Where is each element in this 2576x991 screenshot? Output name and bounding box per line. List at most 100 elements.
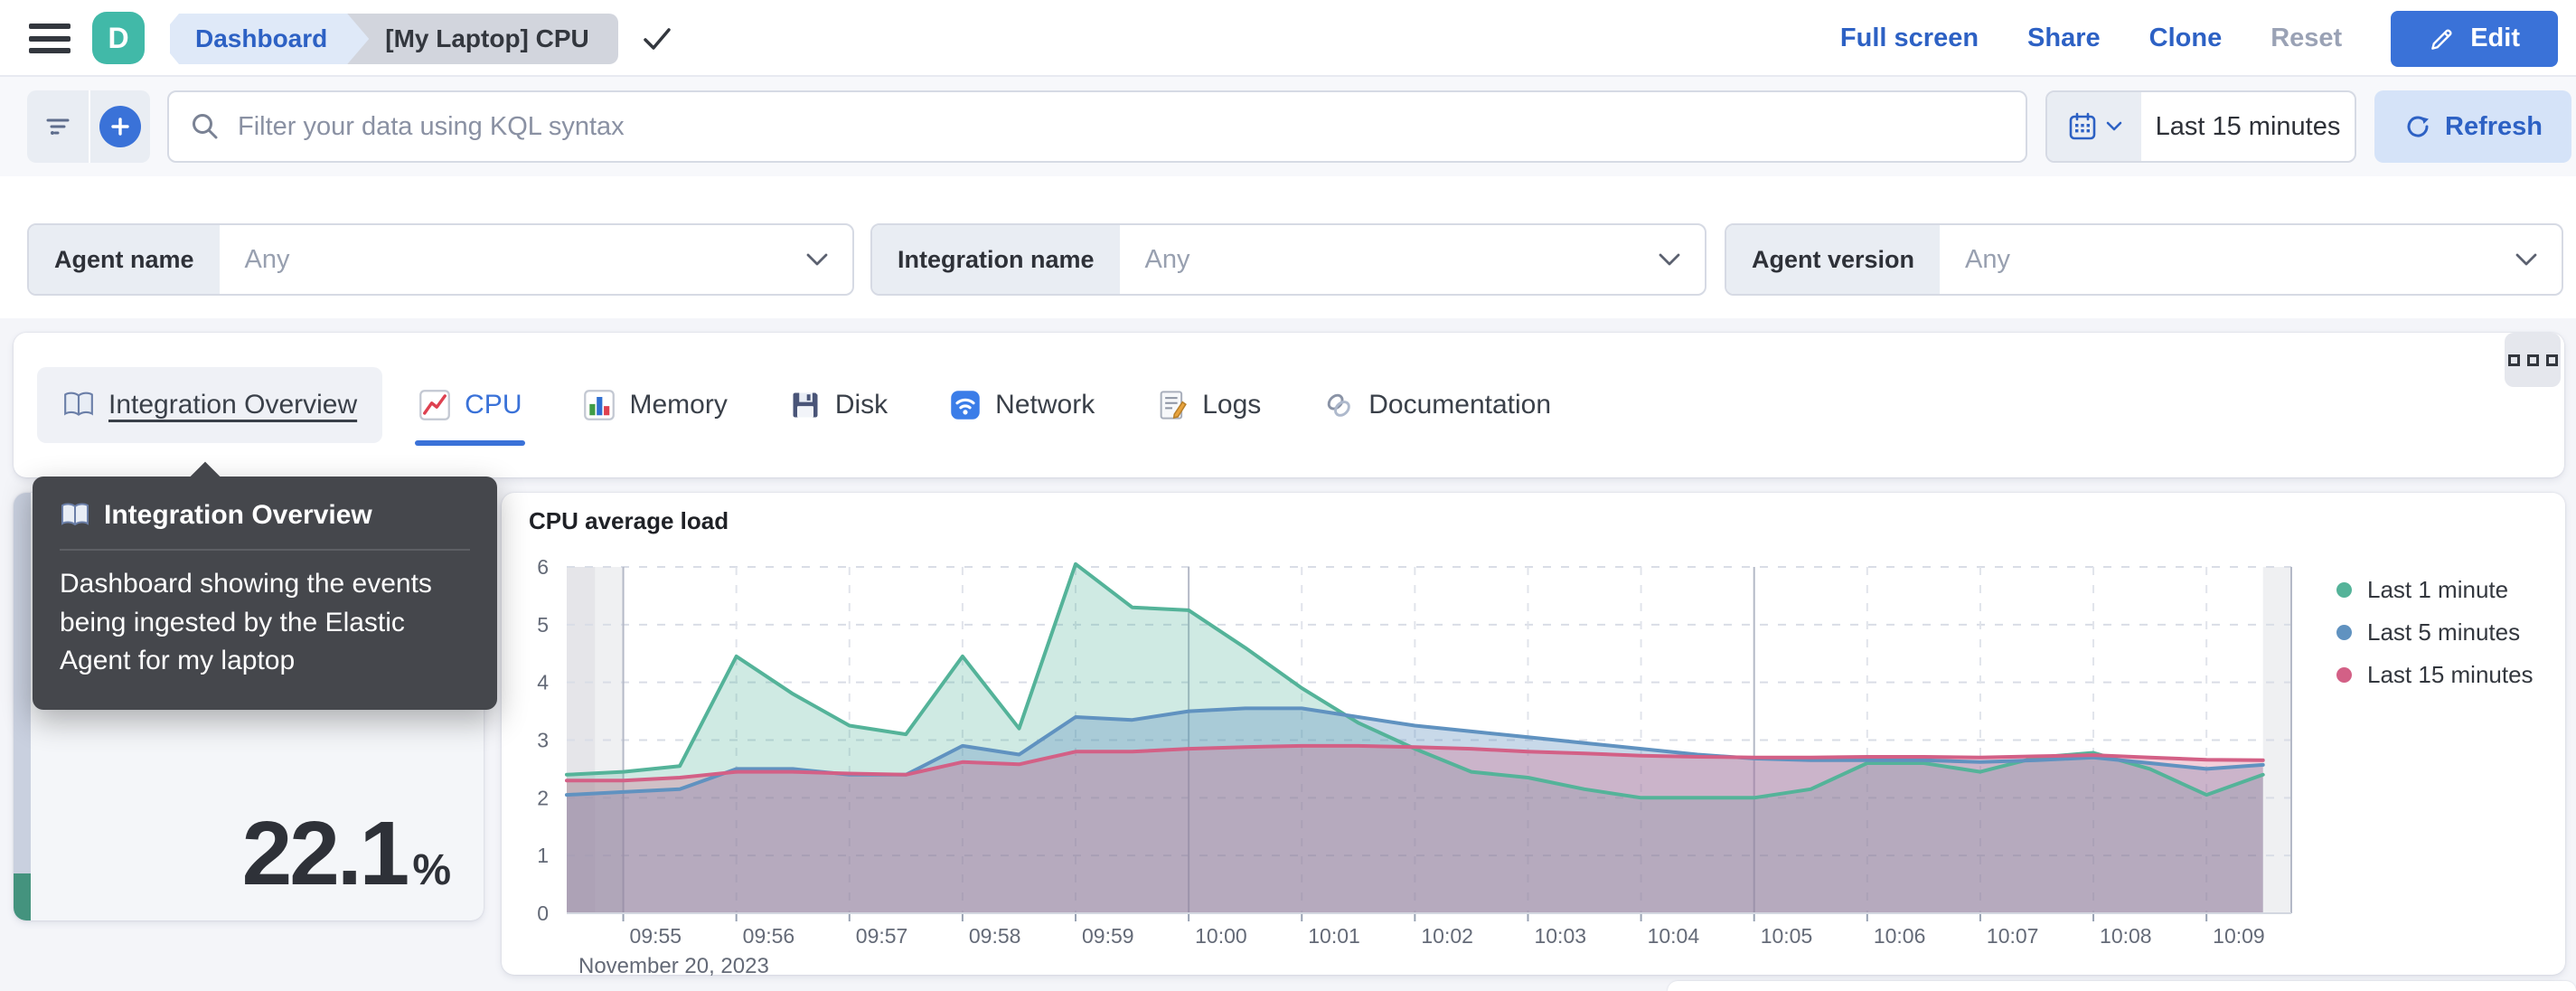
tooltip-title: Integration Overview [104, 500, 372, 530]
metric-unit: % [412, 846, 451, 894]
reset-button[interactable]: Reset [2270, 24, 2342, 53]
add-filter-button[interactable] [89, 90, 150, 163]
top-nav-actions: Full screen Share Clone Reset Edit [1840, 0, 2558, 77]
dashboard-links-tabs: Integration Overview CPU Memory Disk Network… [37, 367, 1576, 446]
svg-text:09:57: 09:57 [856, 924, 908, 948]
svg-text:2: 2 [537, 786, 549, 809]
book-icon [60, 502, 90, 529]
svg-text:5: 5 [537, 613, 549, 637]
tab-integration-overview[interactable]: Integration Overview [37, 367, 383, 443]
legend-dot [2336, 667, 2352, 683]
top-navigation-bar: D Dashboard [My Laptop] CPU Full screen … [0, 0, 2576, 77]
time-range-value[interactable]: Last 15 minutes [2141, 92, 2355, 161]
calendar-icon [2067, 111, 2098, 142]
control-value: Any [244, 244, 290, 274]
cpu-average-load-panel: CPU average load 09:55 09:56 09:57 09:58 09:… [502, 493, 2565, 978]
svg-text:09:58: 09:58 [969, 924, 1021, 948]
refresh-icon [2403, 112, 2432, 141]
panel-options-button[interactable] [2505, 333, 2561, 387]
filter-funnel-icon [42, 112, 73, 141]
tab-documentation[interactable]: Documentation [1297, 367, 1576, 443]
tab-memory[interactable]: Memory [558, 367, 752, 443]
links-panel: Integration Overview CPU Memory Disk Network… [14, 333, 2564, 477]
control-label: Agent name [29, 225, 220, 294]
chevron-down-icon [805, 225, 852, 294]
chart-title: CPU average load [529, 507, 729, 534]
tab-label: Memory [629, 390, 728, 420]
wifi-icon [949, 389, 982, 421]
tab-logs[interactable]: Logs [1131, 367, 1286, 443]
metric-value: 22.1 % [242, 802, 451, 906]
edit-button[interactable]: Edit [2391, 10, 2558, 67]
svg-text:November 20, 2023: November 20, 2023 [578, 954, 769, 978]
svg-text:10:07: 10:07 [1987, 924, 2039, 948]
integration-overview-tooltip: Integration Overview Dashboard showing t… [33, 461, 497, 710]
refresh-button[interactable]: Refresh [2374, 90, 2571, 163]
control-value: Any [1144, 244, 1190, 274]
tooltip-divider [60, 549, 470, 551]
kql-placeholder-text: Filter your data using KQL syntax [238, 111, 625, 141]
svg-text:3: 3 [537, 729, 549, 752]
svg-text:4: 4 [537, 671, 549, 694]
svg-text:10:08: 10:08 [2100, 924, 2152, 948]
tab-label: Disk [834, 390, 888, 420]
tab-label: Network [995, 390, 1095, 420]
control-value: Any [1965, 244, 2011, 274]
space-avatar[interactable]: D [92, 12, 145, 64]
svg-text:10:04: 10:04 [1648, 924, 1700, 948]
edit-button-label: Edit [2470, 24, 2520, 52]
filter-controls-group [27, 90, 150, 163]
breadcrumb-current-dashboard: [My Laptop] CPU [345, 14, 618, 64]
kql-search-input[interactable]: Filter your data using KQL syntax [167, 90, 2027, 163]
svg-text:0: 0 [537, 901, 549, 925]
legend-item-last-1-minute[interactable]: Last 1 minute [2336, 576, 2534, 604]
search-icon [189, 110, 221, 143]
refresh-button-label: Refresh [2445, 111, 2543, 141]
share-button[interactable]: Share [2027, 24, 2101, 53]
full-screen-button[interactable]: Full screen [1840, 24, 1979, 53]
control-integration-name[interactable]: Integration name Any [870, 223, 1706, 296]
legend-dot [2336, 582, 2352, 598]
breadcrumb-caret-icon[interactable] [642, 24, 672, 53]
svg-text:10:03: 10:03 [1534, 924, 1586, 948]
svg-text:09:55: 09:55 [630, 924, 682, 948]
svg-text:09:56: 09:56 [743, 924, 795, 948]
tab-label: CPU [465, 390, 522, 420]
svg-text:10:05: 10:05 [1761, 924, 1813, 948]
svg-text:10:00: 10:00 [1195, 924, 1247, 948]
svg-text:10:09: 10:09 [2213, 924, 2265, 948]
legend-item-last-15-minutes[interactable]: Last 15 minutes [2336, 661, 2534, 689]
filter-menu-button[interactable] [27, 90, 89, 163]
cpu-load-area-chart[interactable]: 09:55 09:56 09:57 09:58 09:59 10:00 10:01 10:02… [502, 555, 2565, 978]
svg-text:10:01: 10:01 [1308, 924, 1360, 948]
tab-network[interactable]: Network [924, 367, 1120, 443]
svg-text:09:59: 09:59 [1082, 924, 1134, 948]
date-picker-calendar-button[interactable] [2047, 92, 2141, 161]
tab-cpu[interactable]: CPU [393, 367, 547, 446]
svg-text:1: 1 [537, 844, 549, 867]
clone-button[interactable]: Clone [2149, 24, 2223, 53]
chevron-down-icon [2106, 121, 2122, 132]
menu-icon[interactable] [29, 24, 71, 53]
legend-item-last-5-minutes[interactable]: Last 5 minutes [2336, 618, 2534, 647]
breadcrumb-dashboard[interactable]: Dashboard [170, 14, 369, 64]
tab-label: Documentation [1368, 390, 1552, 420]
tab-disk[interactable]: Disk [764, 367, 913, 443]
chart-increasing-icon [418, 389, 451, 421]
next-row-panel-edge [1668, 981, 2576, 991]
link-icon [1322, 389, 1355, 421]
control-agent-name[interactable]: Agent name Any [27, 223, 854, 296]
query-bar-row: Filter your data using KQL syntax Last 1… [0, 77, 2576, 176]
pencil-icon [2429, 25, 2456, 52]
bar-chart-icon [583, 389, 616, 421]
chart-legend: Last 1 minute Last 5 minutes Last 15 minut… [2336, 576, 2534, 689]
control-label: Integration name [872, 225, 1120, 294]
metric-number: 22.1 [241, 803, 410, 904]
legend-dot [2336, 625, 2352, 640]
floppy-disk-icon [789, 389, 822, 421]
chevron-down-icon [2515, 225, 2562, 294]
tooltip-body: Dashboard showing the events being inges… [60, 569, 432, 676]
chevron-down-icon [1658, 225, 1705, 294]
control-agent-version[interactable]: Agent version Any [1725, 223, 2563, 296]
legend-label: Last 15 minutes [2367, 661, 2534, 688]
